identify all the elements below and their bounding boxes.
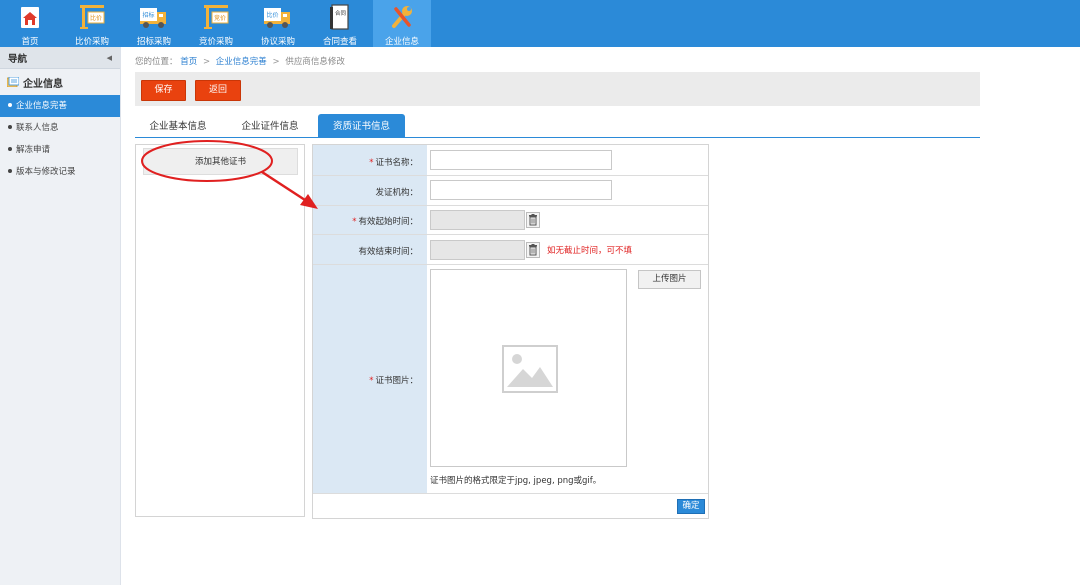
bullet-icon	[8, 168, 12, 173]
bullet-icon	[8, 146, 12, 151]
trash-icon[interactable]	[526, 212, 540, 228]
breadcrumb-separator: >	[202, 57, 211, 67]
breadcrumb-section-link[interactable]: 企业信息完善	[216, 57, 267, 67]
breadcrumb: 您的位置： 首页 > 企业信息完善 > 供应商信息修改	[135, 55, 345, 67]
required-mark: *	[352, 217, 357, 227]
nav-item-home[interactable]: 首页	[1, 0, 59, 47]
required-mark: *	[369, 376, 374, 386]
cert-name-label-text: 证书名称：	[375, 158, 418, 168]
crane-icon: 比价	[80, 5, 105, 29]
truck-icon: 比价	[264, 8, 290, 28]
certificate-form: * 证书名称： 发证机构： * 有效起始时间： 有效结束时间： 如无截止时间，可不填…	[312, 144, 709, 519]
folder-icon	[7, 77, 19, 87]
nav-label: 协议采购	[260, 37, 295, 47]
sidebar-header: 导航 ◀	[0, 47, 120, 69]
sidebar-item-label: 版本与修改记录	[16, 167, 76, 177]
nav-item-bidding[interactable]: 竞价 竞价采购	[187, 0, 245, 47]
valid-end-date-input[interactable]	[430, 240, 525, 260]
nav-item-company-info[interactable]: 企业信息	[373, 0, 431, 47]
cert-image-label: * 证书图片：	[369, 374, 418, 386]
contract-badge: 合同	[335, 9, 347, 17]
cert-name-label: * 证书名称：	[369, 156, 418, 168]
sidebar-title: 导航	[8, 53, 28, 65]
row-divider	[313, 205, 708, 206]
top-navigation-bar: 首页 比价 比价采购 招标 招标采购 竞价 竞价采购 比价 协议采购 合同 合同…	[0, 0, 1080, 47]
sidebar-group-label: 企业信息	[23, 78, 63, 90]
sidebar-item-label: 联系人信息	[16, 123, 59, 133]
nav-label: 比价采购	[74, 37, 109, 47]
row-divider	[313, 175, 708, 176]
issuer-input[interactable]	[430, 180, 612, 200]
cert-name-input[interactable]	[430, 150, 612, 170]
upload-image-button[interactable]: 上传图片	[638, 270, 701, 289]
row-divider	[313, 264, 708, 265]
tab-qualification-cert[interactable]: 资质证书信息	[318, 114, 405, 138]
breadcrumb-prefix: 您的位置：	[135, 57, 178, 67]
contract-icon: 合同	[330, 4, 349, 30]
nav-item-agreement[interactable]: 比价 协议采购	[249, 0, 307, 47]
collapse-arrow-icon[interactable]: ◀	[107, 54, 112, 62]
tab-bar: 企业基本信息 企业证件信息 资质证书信息	[135, 114, 980, 138]
action-toolbar: 保存 返回	[135, 72, 980, 106]
row-divider	[313, 493, 708, 494]
image-placeholder-icon	[502, 345, 558, 393]
bullet-icon	[8, 102, 12, 107]
valid-start-label-text: 有效起始时间：	[358, 217, 418, 227]
nav-label: 招标采购	[136, 37, 171, 47]
sidebar: 导航 ◀ 企业信息 企业信息完善 联系人信息 解冻申请 版本与修改记录	[0, 47, 121, 585]
breadcrumb-home-link[interactable]: 首页	[180, 57, 197, 67]
trash-icon[interactable]	[526, 242, 540, 258]
cert-image-preview	[430, 269, 627, 467]
nav-label: 合同查看	[322, 37, 357, 47]
sidebar-item-label: 企业信息完善	[16, 101, 68, 111]
required-mark: *	[369, 158, 374, 168]
breadcrumb-separator: >	[272, 57, 280, 67]
sidebar-item-contacts[interactable]: 联系人信息	[0, 117, 120, 139]
sidebar-group-company[interactable]: 企业信息	[0, 69, 120, 95]
image-format-note: 证书图片的格式限定于jpg, jpeg, png或gif。	[430, 476, 602, 486]
sidebar-item-unfreeze[interactable]: 解冻申请	[0, 139, 120, 161]
wrench-icon	[392, 6, 412, 28]
crane-badge: 比价	[90, 14, 102, 22]
nav-label: 企业信息	[384, 37, 419, 47]
back-button[interactable]: 返回	[195, 80, 241, 101]
certificate-list-panel: 添加其他证书	[135, 144, 305, 517]
nav-item-price-compare[interactable]: 比价 比价采购	[63, 0, 121, 47]
issuer-label: 发证机构：	[375, 188, 418, 198]
tab-basic-info[interactable]: 企业基本信息	[139, 114, 217, 138]
home-icon	[21, 7, 39, 28]
nav-label: 竞价采购	[198, 37, 233, 47]
valid-start-label: * 有效起始时间：	[352, 215, 418, 227]
cert-image-label-text: 证书图片：	[375, 376, 418, 386]
sidebar-item-info-complete[interactable]: 企业信息完善	[0, 95, 120, 117]
tab-license-info[interactable]: 企业证件信息	[231, 114, 309, 138]
nav-label: 首页	[21, 37, 39, 47]
truck-icon: 招标	[140, 8, 166, 28]
nav-item-contract[interactable]: 合同 合同查看	[311, 0, 369, 47]
row-divider	[313, 234, 708, 235]
sidebar-item-version-history[interactable]: 版本与修改记录	[0, 161, 120, 183]
valid-end-hint: 如无截止时间，可不填	[547, 246, 633, 256]
valid-start-date-input[interactable]	[430, 210, 525, 230]
truck-badge: 比价	[266, 11, 278, 19]
bullet-icon	[8, 124, 12, 129]
save-button[interactable]: 保存	[141, 80, 186, 101]
add-other-certificate-button[interactable]: 添加其他证书	[143, 148, 298, 175]
crane-badge: 竞价	[214, 14, 226, 22]
crane-icon: 竞价	[204, 5, 229, 29]
valid-end-label: 有效结束时间：	[358, 247, 418, 257]
nav-item-tender[interactable]: 招标 招标采购	[125, 0, 183, 47]
confirm-button[interactable]: 确定	[677, 499, 705, 514]
truck-badge: 招标	[142, 11, 154, 19]
sidebar-item-label: 解冻申请	[16, 145, 51, 155]
breadcrumb-current: 供应商信息修改	[285, 57, 345, 67]
